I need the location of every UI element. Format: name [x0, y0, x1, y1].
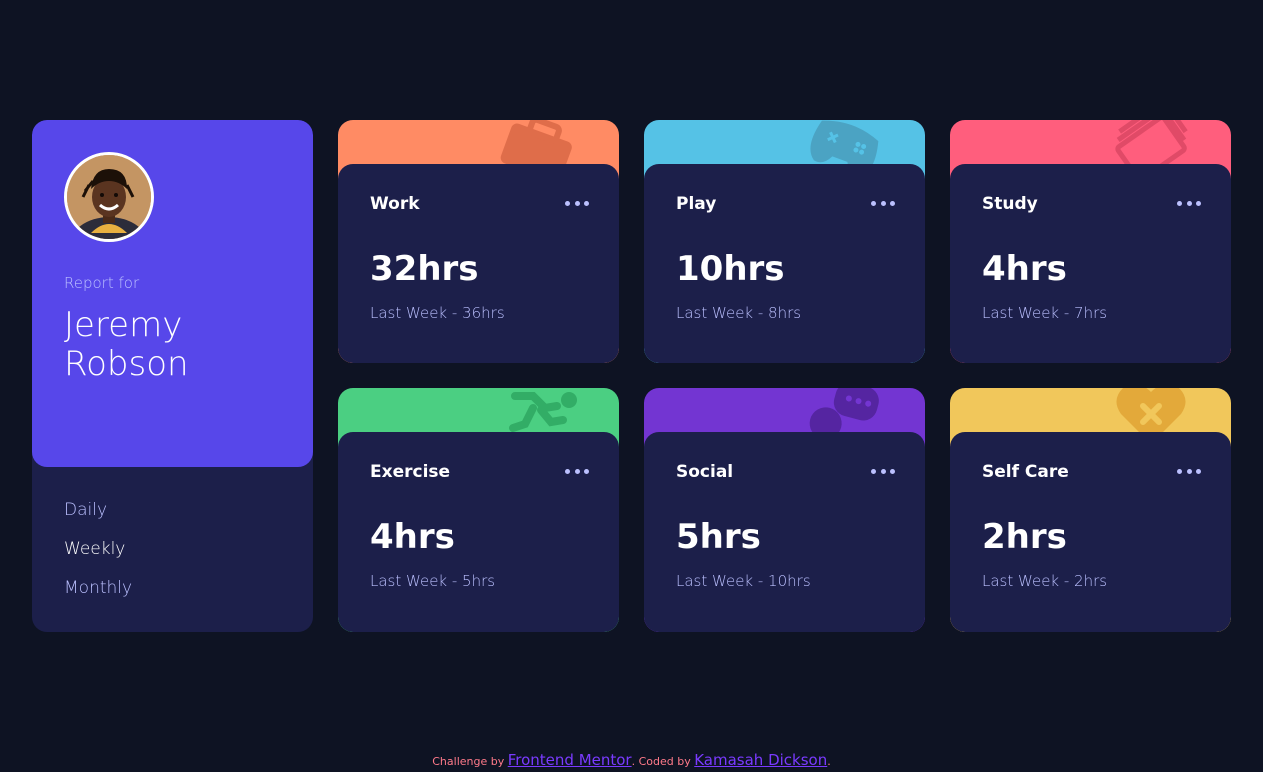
card-body[interactable]: Self Care 2hrs Last Week - 2hrs [950, 432, 1231, 632]
activity-title: Exercise [370, 462, 451, 482]
more-options-icon[interactable] [565, 464, 589, 478]
period-daily[interactable]: Daily [64, 498, 132, 537]
previous-hours: Last Week - 8hrs [676, 304, 802, 322]
previous-hours: Last Week - 10hrs [676, 572, 811, 590]
current-hours: 5hrs [676, 517, 761, 557]
period-selector: Daily Weekly Monthly [64, 498, 132, 615]
activity-title: Play [676, 194, 717, 214]
card-body[interactable]: Exercise 4hrs Last Week - 5hrs [338, 432, 619, 632]
activity-title: Work [370, 194, 420, 214]
current-hours: 32hrs [370, 249, 479, 289]
previous-hours: Last Week - 7hrs [982, 304, 1108, 322]
activity-card-exercise: Exercise 4hrs Last Week - 5hrs [338, 388, 619, 632]
previous-hours: Last Week - 2hrs [982, 572, 1108, 590]
period-weekly[interactable]: Weekly [64, 537, 132, 576]
activity-title: Study [982, 194, 1038, 214]
activity-card-study: Study 4hrs Last Week - 7hrs [950, 120, 1231, 363]
period-monthly[interactable]: Monthly [64, 576, 132, 615]
attribution-footer: Challenge by Frontend Mentor. Coded by K… [0, 751, 1263, 769]
author-link[interactable]: Kamasah Dickson [694, 751, 827, 769]
previous-hours: Last Week - 5hrs [370, 572, 496, 590]
more-options-icon[interactable] [1177, 196, 1201, 210]
coded-by-label: . Coded by [631, 755, 691, 768]
activity-card-self-care: Self Care 2hrs Last Week - 2hrs [950, 388, 1231, 632]
more-options-icon[interactable] [871, 464, 895, 478]
avatar [64, 152, 154, 242]
activity-card-social: Social 5hrs Last Week - 10hrs [644, 388, 925, 632]
card-body[interactable]: Work 32hrs Last Week - 36hrs [338, 164, 619, 363]
footer-period: . [827, 755, 831, 768]
current-hours: 2hrs [982, 517, 1067, 557]
frontend-mentor-link[interactable]: Frontend Mentor [508, 751, 632, 769]
report-for-label: Report for [64, 274, 140, 292]
user-name: Jeremy Robson [64, 305, 189, 384]
challenge-by-label: Challenge by [432, 755, 505, 768]
activity-title: Self Care [982, 462, 1069, 482]
card-body[interactable]: Social 5hrs Last Week - 10hrs [644, 432, 925, 632]
current-hours: 10hrs [676, 249, 785, 289]
activity-card-play: Play 10hrs Last Week - 8hrs [644, 120, 925, 363]
current-hours: 4hrs [370, 517, 455, 557]
more-options-icon[interactable] [1177, 464, 1201, 478]
profile-header: Report for Jeremy Robson [32, 120, 313, 467]
activity-card-work: Work 32hrs Last Week - 36hrs [338, 120, 619, 363]
more-options-icon[interactable] [871, 196, 895, 210]
card-body[interactable]: Play 10hrs Last Week - 8hrs [644, 164, 925, 363]
previous-hours: Last Week - 36hrs [370, 304, 505, 322]
more-options-icon[interactable] [565, 196, 589, 210]
card-body[interactable]: Study 4hrs Last Week - 7hrs [950, 164, 1231, 363]
time-tracking-dashboard: Report for Jeremy Robson Daily Weekly Mo… [32, 120, 1232, 632]
current-hours: 4hrs [982, 249, 1067, 289]
profile-card: Report for Jeremy Robson Daily Weekly Mo… [32, 120, 313, 632]
activity-title: Social [676, 462, 734, 482]
